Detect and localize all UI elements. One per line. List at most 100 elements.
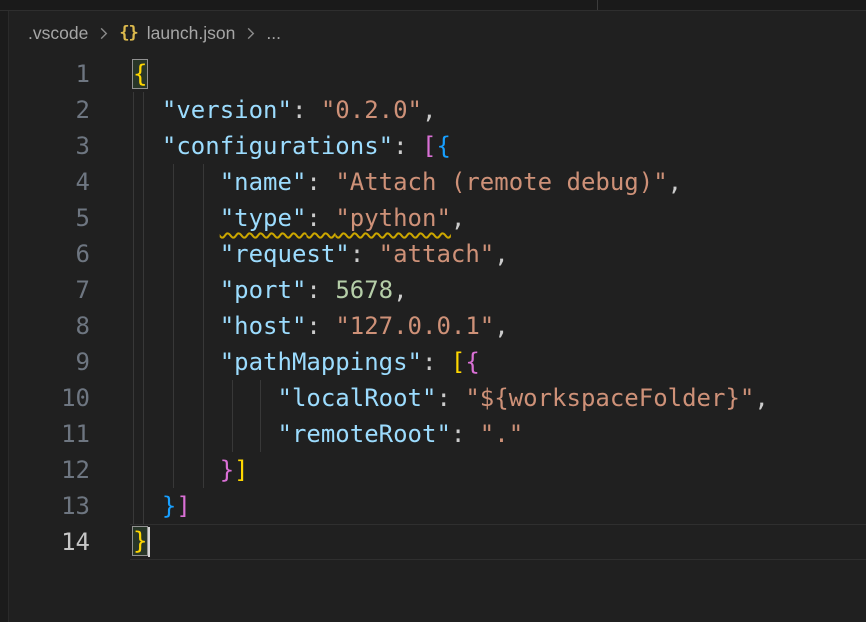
code-line-content[interactable]: }] <box>130 488 866 524</box>
code-token: , <box>668 168 682 196</box>
code-line-content[interactable]: "remoteRoot": "." <box>130 416 866 452</box>
warning-squiggle-token: "type" <box>220 204 307 232</box>
json-braces-icon: {} <box>119 23 137 43</box>
code-line-content[interactable]: { <box>130 56 866 92</box>
text-cursor <box>148 527 150 557</box>
code-token: } <box>133 527 147 555</box>
editor-area: 1{2 "version": "0.2.0",3 "configurations… <box>0 56 866 560</box>
code-line[interactable]: 14} <box>0 524 866 560</box>
code-token: "127.0.0.1" <box>335 312 494 340</box>
code-line-content[interactable]: }] <box>130 452 866 488</box>
line-number[interactable]: 12 <box>0 452 90 488</box>
code-line[interactable]: 3 "configurations": [{ <box>0 128 866 164</box>
code-token: : <box>350 240 379 268</box>
line-number[interactable]: 7 <box>0 272 90 308</box>
line-number[interactable]: 10 <box>0 380 90 416</box>
breadcrumb-item-folder[interactable]: .vscode <box>28 23 88 44</box>
tab-divider <box>597 0 598 10</box>
code-line-content[interactable]: } <box>130 524 866 560</box>
code-token: ] <box>234 456 248 484</box>
line-number[interactable]: 4 <box>0 164 90 200</box>
code-token: : <box>451 420 480 448</box>
code-token: "version" <box>162 96 292 124</box>
breadcrumb-item-file[interactable]: launch.json <box>147 23 236 44</box>
line-number[interactable]: 9 <box>0 344 90 380</box>
breadcrumb-item-overflow[interactable]: ... <box>266 23 281 44</box>
code-token: { <box>133 60 147 88</box>
code-token <box>133 492 162 520</box>
code-line[interactable]: 11 "remoteRoot": "." <box>0 416 866 452</box>
code-line[interactable]: 2 "version": "0.2.0", <box>0 92 866 128</box>
code-token: 5678 <box>335 276 393 304</box>
code-line-content[interactable]: "host": "127.0.0.1", <box>130 308 866 344</box>
code-token <box>133 348 220 376</box>
code-token: "pathMappings" <box>220 348 422 376</box>
code-line-content[interactable]: "pathMappings": [{ <box>130 344 866 380</box>
code-line-content[interactable]: "type": "python", <box>130 200 866 236</box>
code-line-content[interactable]: "name": "Attach (remote debug)", <box>130 164 866 200</box>
code-token: , <box>451 204 465 232</box>
tab-bar-bottom-strip <box>0 0 866 11</box>
code-line-content[interactable]: "localRoot": "${workspaceFolder}", <box>130 380 866 416</box>
code-line[interactable]: 4 "name": "Attach (remote debug)", <box>0 164 866 200</box>
code-token: , <box>422 96 436 124</box>
bracket-match-box: } <box>133 527 147 555</box>
code-token <box>133 240 220 268</box>
code-line-content[interactable]: "request": "attach", <box>130 236 866 272</box>
code-token <box>133 204 220 232</box>
code-line[interactable]: 10 "localRoot": "${workspaceFolder}", <box>0 380 866 416</box>
code-line[interactable]: 6 "request": "attach", <box>0 236 866 272</box>
code-token: : <box>292 96 321 124</box>
code-line[interactable]: 1{ <box>0 56 866 92</box>
code-token: "localRoot" <box>278 384 437 412</box>
code-token: [ <box>422 132 436 160</box>
code-token: : <box>422 348 451 376</box>
line-number[interactable]: 14 <box>0 524 90 560</box>
code-token: { <box>436 132 450 160</box>
warning-squiggle-token: "python" <box>335 204 451 232</box>
code-token: } <box>162 492 176 520</box>
code-lines: 1{2 "version": "0.2.0",3 "configurations… <box>0 56 866 560</box>
code-token <box>133 420 278 448</box>
vscode-editor-window: { "breadcrumb": { "folder": ".vscode", "… <box>0 0 866 622</box>
code-token: : <box>306 276 335 304</box>
code-token: "configurations" <box>162 132 393 160</box>
code-token: "name" <box>220 168 307 196</box>
code-line[interactable]: 5 "type": "python", <box>0 200 866 236</box>
code-token <box>133 96 162 124</box>
line-number[interactable]: 3 <box>0 128 90 164</box>
bracket-match-box: { <box>133 60 147 88</box>
code-token: : <box>436 384 465 412</box>
code-token <box>133 168 220 196</box>
code-line-content[interactable]: "version": "0.2.0", <box>130 92 866 128</box>
code-token: "Attach (remote debug)" <box>335 168 667 196</box>
chevron-right-icon <box>243 26 258 41</box>
code-token: : <box>306 168 335 196</box>
code-token: "request" <box>220 240 350 268</box>
code-token: : <box>393 132 422 160</box>
line-number[interactable]: 13 <box>0 488 90 524</box>
code-line[interactable]: 12 }] <box>0 452 866 488</box>
code-token: "${workspaceFolder}" <box>465 384 754 412</box>
code-token: "port" <box>220 276 307 304</box>
code-line[interactable]: 8 "host": "127.0.0.1", <box>0 308 866 344</box>
code-token <box>133 384 278 412</box>
code-token: , <box>393 276 407 304</box>
code-line[interactable]: 9 "pathMappings": [{ <box>0 344 866 380</box>
line-number[interactable]: 5 <box>0 200 90 236</box>
code-token <box>133 276 220 304</box>
code-token: "host" <box>220 312 307 340</box>
line-number[interactable]: 2 <box>0 92 90 128</box>
code-line[interactable]: 13 }] <box>0 488 866 524</box>
code-line-content[interactable]: "configurations": [{ <box>130 128 866 164</box>
line-number[interactable]: 11 <box>0 416 90 452</box>
code-line[interactable]: 7 "port": 5678, <box>0 272 866 308</box>
code-token: ] <box>176 492 190 520</box>
code-token: "remoteRoot" <box>278 420 451 448</box>
chevron-right-icon <box>96 26 111 41</box>
line-number[interactable]: 8 <box>0 308 90 344</box>
line-number[interactable]: 6 <box>0 236 90 272</box>
code-line-content[interactable]: "port": 5678, <box>130 272 866 308</box>
line-number[interactable]: 1 <box>0 56 90 92</box>
code-token: , <box>494 240 508 268</box>
